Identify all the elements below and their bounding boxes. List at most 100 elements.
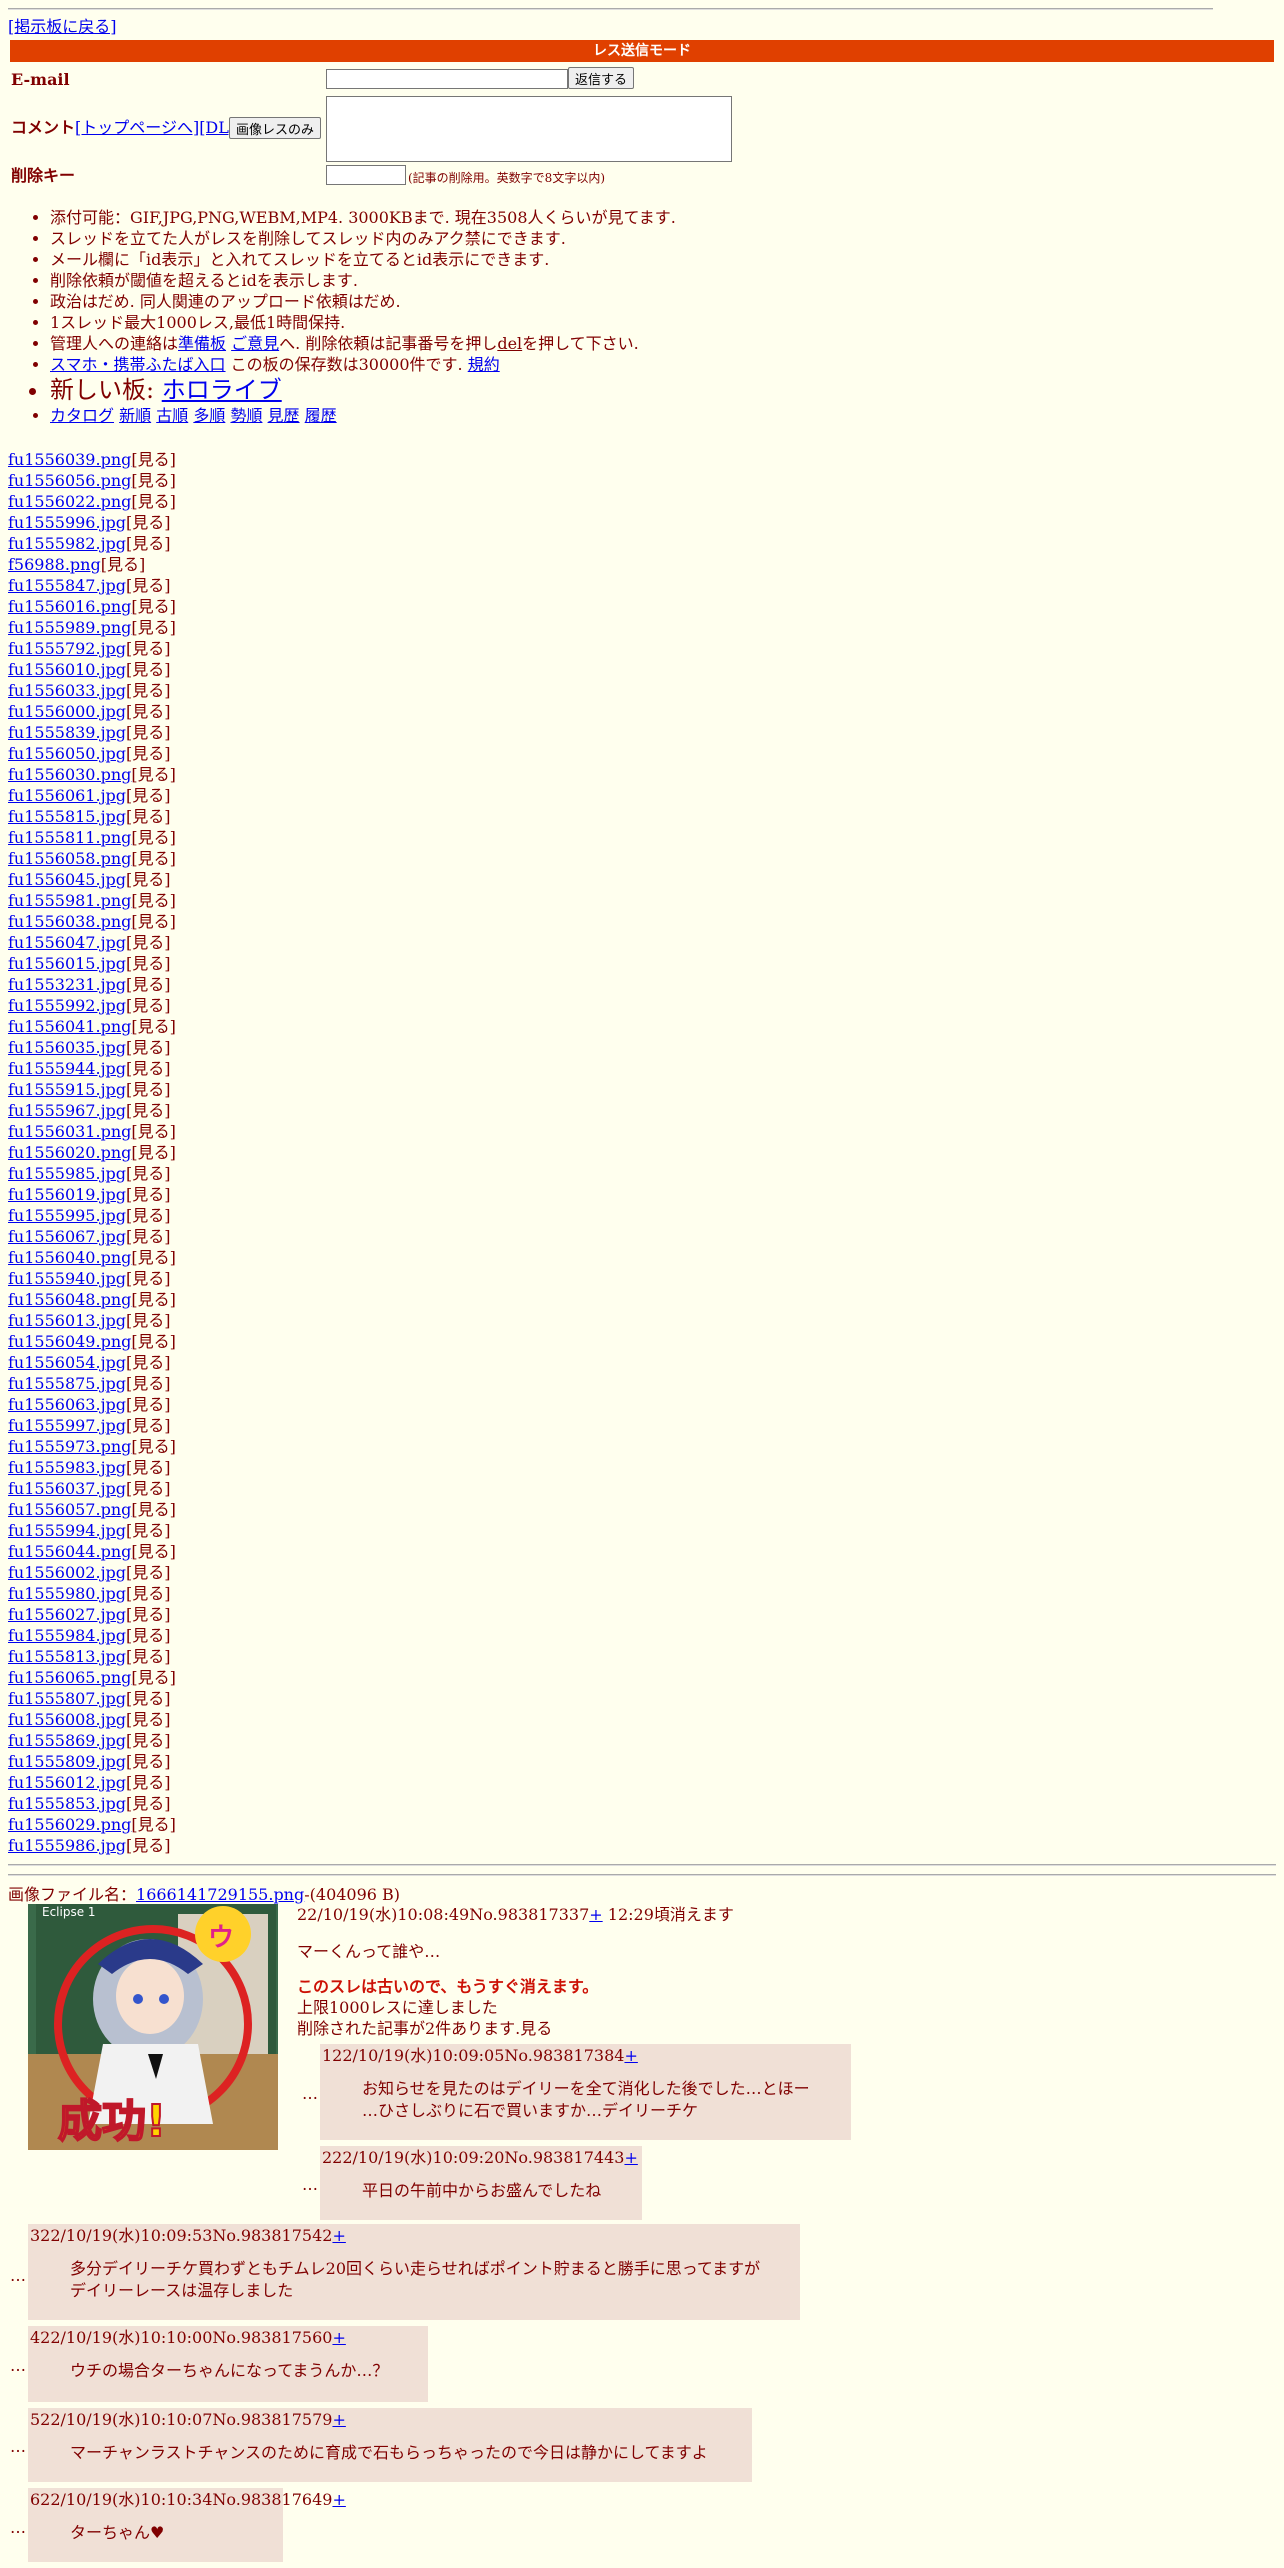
view-label[interactable]: [見る] [131,597,176,616]
file-link[interactable]: fu1556063.jpg [8,1395,126,1414]
view-label[interactable]: [見る] [126,1521,171,1540]
file-link[interactable]: fu1556044.png [8,1542,131,1561]
file-link[interactable]: fu1555986.jpg [8,1836,126,1855]
file-link[interactable]: fu1556002.jpg [8,1563,126,1582]
file-link[interactable]: fu1556020.png [8,1143,131,1162]
view-label[interactable]: [見る] [126,933,171,952]
terms-link[interactable]: 規約 [468,355,500,374]
back-to-board-link[interactable]: [掲示板に戻る] [8,17,117,36]
view-label[interactable]: [見る] [126,660,171,679]
file-link[interactable]: fu1556033.jpg [8,681,126,700]
view-label[interactable]: [見る] [126,1563,171,1582]
view-label[interactable]: [見る] [126,1458,171,1477]
history-link[interactable]: 履歴 [305,406,337,425]
file-link[interactable]: fu1555989.png [8,618,131,637]
file-link[interactable]: fu1556057.png [8,1500,131,1519]
file-link[interactable]: fu1555813.jpg [8,1647,126,1666]
file-link[interactable]: fu1555992.jpg [8,996,126,1015]
delete-key-input[interactable] [326,165,406,185]
sort-many-link[interactable]: 多順 [193,406,225,425]
file-link[interactable]: fu1556037.jpg [8,1479,126,1498]
send-reply-button[interactable]: 返信する [568,67,635,89]
view-label[interactable]: [見る] [126,807,171,826]
reply-3-plus-link[interactable]: + [332,2226,345,2245]
file-link[interactable]: fu1555839.jpg [8,723,126,742]
view-label[interactable]: [見る] [126,1227,171,1246]
view-label[interactable]: [見る] [131,828,176,847]
view-label[interactable]: [見る] [126,1101,171,1120]
image-only-button[interactable]: 画像レスのみ [229,117,322,139]
file-link[interactable]: fu1555915.jpg [8,1080,126,1099]
view-label[interactable]: [見る] [126,1752,171,1771]
view-label[interactable]: [見る] [131,1122,176,1141]
file-link[interactable]: fu1555811.png [8,828,131,847]
view-label[interactable]: [見る] [126,1647,171,1666]
view-label[interactable]: [見る] [126,534,171,553]
reply-1-header[interactable]: 122/10/19(水)10:09:05No.983817384 [322,2046,624,2065]
comment-textarea[interactable] [326,96,732,162]
file-link[interactable]: fu1555995.jpg [8,1206,126,1225]
view-label[interactable]: [見る] [126,1626,171,1645]
view-label[interactable]: [見る] [131,1815,176,1834]
feedback-link[interactable]: ご意見 [231,334,279,353]
reply-5-header[interactable]: 522/10/19(水)10:10:07No.983817579 [30,2410,332,2429]
sort-new-link[interactable]: 新順 [119,406,151,425]
view-label[interactable]: [見る] [126,639,171,658]
view-label[interactable]: [見る] [126,744,171,763]
image-file-link[interactable]: 1666141729155.png [136,1885,304,1904]
file-link[interactable]: fu1556008.jpg [8,1710,126,1729]
file-link[interactable]: f56988.png [8,555,101,574]
email-input[interactable] [326,69,568,89]
file-link[interactable]: fu1556013.jpg [8,1311,126,1330]
file-link[interactable]: fu1556056.png [8,471,131,490]
view-label[interactable]: [見る] [131,1437,176,1456]
view-label[interactable]: [見る] [126,723,171,742]
view-label[interactable]: [見る] [126,1710,171,1729]
file-link[interactable]: fu1556000.jpg [8,702,126,721]
view-label[interactable]: [見る] [131,1248,176,1267]
file-link[interactable]: fu1556029.png [8,1815,131,1834]
view-label[interactable]: [見る] [131,471,176,490]
file-link[interactable]: fu1555853.jpg [8,1794,126,1813]
view-label[interactable]: [見る] [126,1353,171,1372]
file-link[interactable]: fu1556061.jpg [8,786,126,805]
file-link[interactable]: fu1555994.jpg [8,1521,126,1540]
file-link[interactable]: fu1556050.jpg [8,744,126,763]
file-link[interactable]: fu1556035.jpg [8,1038,126,1057]
reply-6-plus-link[interactable]: + [332,2490,345,2509]
reply-2-header[interactable]: 222/10/19(水)10:09:20No.983817443 [322,2148,624,2167]
view-label[interactable]: [見る] [126,786,171,805]
view-label[interactable]: [見る] [126,1059,171,1078]
view-label[interactable]: [見る] [126,1773,171,1792]
view-label[interactable]: [見る] [131,912,176,931]
file-link[interactable]: fu1555980.jpg [8,1584,126,1603]
file-link[interactable]: fu1555792.jpg [8,639,126,658]
view-label[interactable]: [見る] [101,555,146,574]
file-link[interactable]: fu1555983.jpg [8,1458,126,1477]
file-link[interactable]: fu1556012.jpg [8,1773,126,1792]
view-label[interactable]: [見る] [126,1038,171,1057]
view-label[interactable]: [見る] [126,1416,171,1435]
view-label[interactable]: [見る] [131,1542,176,1561]
file-link[interactable]: fu1555973.png [8,1437,131,1456]
view-label[interactable]: [見る] [131,492,176,511]
file-link[interactable]: fu1556049.png [8,1332,131,1351]
file-link[interactable]: fu1555807.jpg [8,1689,126,1708]
view-label[interactable]: [見る] [126,1311,171,1330]
file-link[interactable]: fu1556045.jpg [8,870,126,889]
reply-4-plus-link[interactable]: + [332,2328,345,2347]
reply-6-header[interactable]: 622/10/19(水)10:10:34No.983817649 [30,2490,332,2509]
file-link[interactable]: fu1556022.png [8,492,131,511]
file-link[interactable]: fu1556054.jpg [8,1353,126,1372]
file-link[interactable]: fu1556019.jpg [8,1185,126,1204]
view-label[interactable]: [見る] [126,954,171,973]
view-label[interactable]: [見る] [131,765,176,784]
view-label[interactable]: [見る] [126,576,171,595]
view-label[interactable]: [見る] [126,1689,171,1708]
file-link[interactable]: fu1555940.jpg [8,1269,126,1288]
view-label[interactable]: [見る] [126,1164,171,1183]
reply-2-plus-link[interactable]: + [624,2148,637,2167]
sort-old-link[interactable]: 古順 [156,406,188,425]
view-label[interactable]: [見る] [131,891,176,910]
view-label[interactable]: [見る] [126,1206,171,1225]
